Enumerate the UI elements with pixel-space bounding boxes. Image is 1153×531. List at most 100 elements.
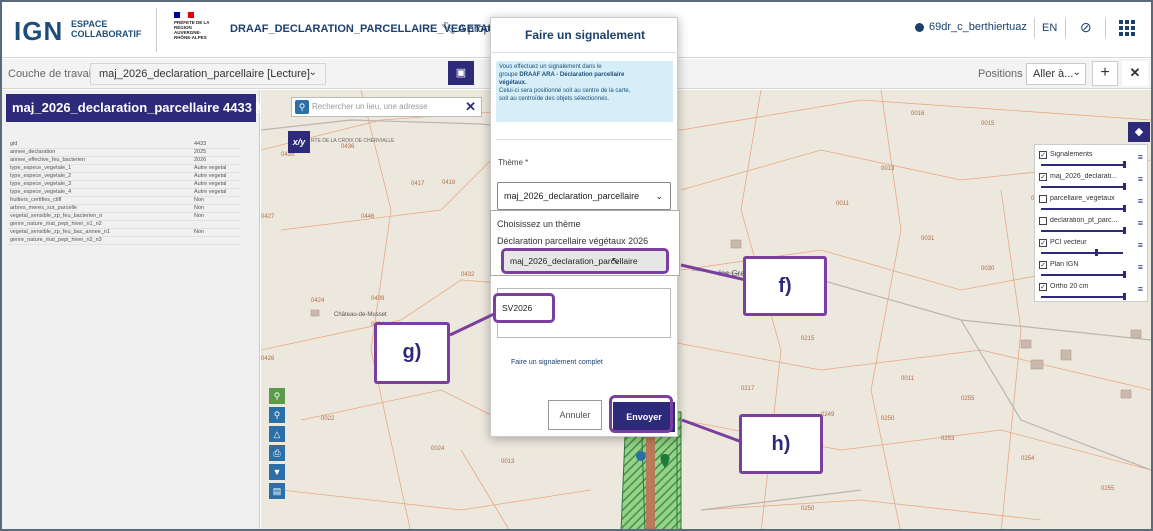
checkbox[interactable]: ✓ bbox=[1039, 151, 1047, 159]
layers-icon[interactable]: ◆ bbox=[1128, 122, 1150, 142]
wrench-icon[interactable]: 🔧︎ bbox=[441, 21, 456, 35]
svg-text:0016: 0016 bbox=[911, 111, 925, 117]
work-layer-label: Couche de travail bbox=[8, 68, 94, 80]
apps-grid-icon[interactable] bbox=[1119, 20, 1135, 36]
eye-off-icon[interactable]: ⊘ bbox=[1080, 19, 1092, 36]
callout-h: h) bbox=[739, 414, 823, 474]
layer-name: PCI vecteur bbox=[1050, 239, 1087, 246]
layer-name: Ortho 20 cm bbox=[1050, 283, 1089, 290]
slider-handle[interactable] bbox=[1123, 227, 1126, 234]
dropdown-option[interactable]: Déclaration parcellaire végétaux 2026 bbox=[497, 236, 648, 246]
checkbox[interactable] bbox=[1039, 217, 1047, 225]
location-icon[interactable]: ▼ bbox=[269, 464, 285, 480]
opacity-slider[interactable] bbox=[1041, 296, 1123, 298]
opacity-slider[interactable] bbox=[1041, 208, 1123, 210]
layer-menu-icon[interactable]: ≡ bbox=[1138, 196, 1143, 206]
svg-text:0022: 0022 bbox=[321, 416, 335, 422]
place-search[interactable]: ⚲ Rechercher un lieu, une adresse ✕ bbox=[291, 97, 482, 117]
dropdown-option-selected[interactable]: maj_2026_declaration_parcellaire ↖ bbox=[501, 248, 669, 274]
info-text-part: groupe bbox=[499, 72, 520, 78]
user-menu[interactable]: 69dr_c_berthiertuaz bbox=[915, 21, 1027, 33]
table-row: type_espece_vegetale_4 Autre vegetal bbox=[8, 188, 240, 198]
zoom-in-icon[interactable]: ⚲ bbox=[269, 388, 285, 404]
checkbox[interactable]: ✓ bbox=[1039, 261, 1047, 269]
ign-logo[interactable]: IGN bbox=[14, 16, 63, 47]
opacity-slider[interactable] bbox=[1041, 186, 1123, 188]
close-icon[interactable]: ✕ bbox=[1122, 61, 1148, 86]
attr-key: vegetal_sensible_zp_feu_bac_annee_n1 bbox=[8, 228, 192, 238]
save-icon[interactable]: ▤ bbox=[269, 483, 285, 499]
table-row: fruitiers_certifies_ctifl Non bbox=[8, 196, 240, 206]
checkbox[interactable]: ✓ bbox=[1039, 239, 1047, 247]
coordinates-button[interactable]: x/y bbox=[288, 131, 310, 153]
marianne-logo: PRÉFETE DE LA RÉGION AUVERGNE-RHÔNE-ALPE… bbox=[174, 12, 210, 50]
search-placeholder: Rechercher un lieu, une adresse bbox=[312, 102, 428, 111]
print-icon[interactable]: ⎙ bbox=[269, 445, 285, 461]
language-switch[interactable]: EN bbox=[1042, 22, 1057, 34]
opacity-slider[interactable] bbox=[1041, 230, 1123, 232]
group-name: DRAAF ARA - Déclaration parcellaire bbox=[519, 72, 625, 78]
layer-item[interactable]: ✓ Ortho 20 cm ≡ bbox=[1039, 281, 1145, 305]
map-canvas[interactable]: 043504360418 041704460427 042404390434 0… bbox=[261, 90, 1151, 529]
measure-icon[interactable]: △ bbox=[269, 426, 285, 442]
opacity-slider[interactable] bbox=[1041, 164, 1123, 166]
layer-item[interactable]: ✓ PCI vecteur ≡ bbox=[1039, 237, 1145, 261]
cancel-button[interactable]: Annuler bbox=[548, 400, 602, 430]
slider-handle[interactable] bbox=[1095, 249, 1098, 256]
attr-key: annee_effective_feu_bacterien bbox=[8, 156, 192, 166]
theme-label: Thème * bbox=[498, 158, 529, 167]
layer-menu-icon[interactable]: ≡ bbox=[1138, 218, 1143, 228]
layer-menu-icon[interactable]: ≡ bbox=[1138, 152, 1143, 162]
positions-select[interactable]: Aller à... ⌄ bbox=[1026, 63, 1086, 85]
svg-text:0015: 0015 bbox=[981, 121, 995, 127]
checkbox[interactable] bbox=[1039, 195, 1047, 203]
slider-handle[interactable] bbox=[1123, 183, 1126, 190]
layer-item[interactable]: ✓ Plan IGN ≡ bbox=[1039, 259, 1145, 283]
layer-menu-icon[interactable]: ≡ bbox=[1138, 262, 1143, 272]
svg-text:0439: 0439 bbox=[371, 296, 385, 302]
slider-handle[interactable] bbox=[1123, 293, 1126, 300]
comment-value: SV2026 bbox=[502, 303, 533, 313]
table-row: gid 4433 bbox=[8, 141, 240, 150]
checkbox[interactable]: ✓ bbox=[1039, 173, 1047, 181]
work-layer-select[interactable]: maj_2026_declaration_parcellaire [Lectur… bbox=[90, 63, 326, 85]
clear-search-icon[interactable]: ✕ bbox=[465, 99, 476, 115]
svg-text:0217: 0217 bbox=[741, 386, 755, 392]
layer-menu-icon[interactable]: ≡ bbox=[1138, 240, 1143, 250]
layer-menu-icon[interactable]: ≡ bbox=[1138, 174, 1143, 184]
layer-tool-icon[interactable]: ▣ bbox=[448, 61, 474, 85]
layer-name: Signalements bbox=[1050, 151, 1093, 158]
svg-text:0024: 0024 bbox=[431, 446, 445, 452]
positions-value: Aller à... bbox=[1033, 68, 1074, 80]
layer-item[interactable]: parcellaire_vegetaux ≡ bbox=[1039, 193, 1145, 217]
layer-menu-icon[interactable]: ≡ bbox=[1138, 284, 1143, 294]
svg-text:0253: 0253 bbox=[941, 436, 955, 442]
group-name-end: végétaux. bbox=[499, 80, 527, 86]
search-icon[interactable]: ⚲ bbox=[295, 100, 309, 114]
full-report-link[interactable]: Faire un signalement complet bbox=[511, 359, 603, 366]
attr-key: vegetal_sensible_zp_feu_bacterien_n bbox=[8, 212, 192, 222]
attr-key: genre_nature_mat_pepi_hiver_n2_n3 bbox=[8, 236, 192, 246]
attr-key: gid bbox=[8, 141, 192, 150]
info-box: Vous effectuez un signalement dans le gr… bbox=[496, 61, 673, 122]
dropdown-option[interactable]: Choisissez un thème bbox=[497, 219, 581, 229]
svg-text:0011: 0011 bbox=[901, 376, 915, 382]
theme-select[interactable]: maj_2026_declaration_parcellaire ⌄ bbox=[497, 182, 671, 210]
add-position-button[interactable]: + bbox=[1092, 61, 1118, 86]
slider-handle[interactable] bbox=[1123, 271, 1126, 278]
comment-value-highlight[interactable]: SV2026 bbox=[493, 293, 555, 323]
logo-line-1: ESPACE bbox=[71, 19, 108, 29]
svg-text:0215: 0215 bbox=[801, 336, 815, 342]
divider bbox=[491, 52, 679, 53]
checkbox[interactable]: ✓ bbox=[1039, 283, 1047, 291]
header-divider bbox=[1065, 18, 1066, 38]
opacity-slider[interactable] bbox=[1041, 274, 1123, 276]
opacity-slider[interactable] bbox=[1041, 252, 1123, 254]
espace-collaboratif-logo[interactable]: ESPACE COLLABORATIF bbox=[71, 19, 141, 39]
layer-item[interactable]: ✓ Signalements ≡ bbox=[1039, 149, 1145, 173]
layer-item[interactable]: ✓ maj_2026_declarati... ≡ bbox=[1039, 171, 1145, 195]
slider-handle[interactable] bbox=[1123, 205, 1126, 212]
layer-item[interactable]: declaration_pt_parc... ≡ bbox=[1039, 215, 1145, 239]
search-map-icon[interactable]: ⚲ bbox=[269, 407, 285, 423]
slider-handle[interactable] bbox=[1123, 161, 1126, 168]
